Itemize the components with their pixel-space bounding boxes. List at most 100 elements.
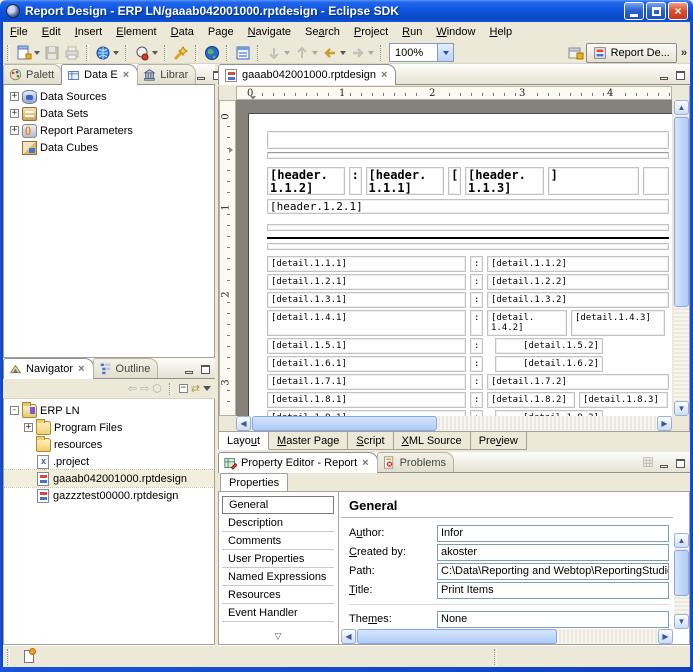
detail-colon-cell[interactable]: : [470, 374, 483, 390]
back-history-icon[interactable]: ⇦ [128, 382, 137, 395]
tree-item-gaaab042001000-rptdesign[interactable]: gaaab042001000.rptdesign [4, 470, 214, 487]
menu-element[interactable]: Element [109, 24, 163, 40]
page-tab-layout[interactable]: Layout [218, 432, 269, 450]
scroll-down-icon[interactable]: ▼ [674, 614, 689, 629]
page-tab-master-page[interactable]: Master Page [269, 432, 348, 450]
field-input-path[interactable]: C:\Data\Reporting and Webtop\ReportingSt… [437, 563, 669, 580]
close-editor-icon[interactable]: × [380, 70, 388, 81]
tree-item-report-parameters[interactable]: +Report Parameters [4, 122, 214, 139]
scroll-left-icon[interactable]: ◀ [236, 416, 251, 431]
maximize-button[interactable] [646, 2, 666, 20]
editor-vertical-scrollbar[interactable]: ▲ ▼ [674, 100, 689, 416]
forward-history-icon[interactable]: ⇨ [140, 382, 149, 395]
detail-colon-cell[interactable]: : [470, 292, 483, 308]
detail-value-cell[interactable]: [detail.1.6.2] [495, 356, 603, 372]
next-annotation-dropdown-icon[interactable] [312, 51, 318, 55]
minimize-button[interactable] [624, 2, 644, 20]
detail-label-cell[interactable]: [detail.1.1.1] [267, 256, 466, 272]
header-cell-0[interactable]: [header. 1.1.2] [267, 167, 345, 195]
tree-item-program-files[interactable]: +Program Files [4, 419, 214, 436]
menu-search[interactable]: Search [298, 24, 347, 40]
page-tab-xml-source[interactable]: XML Source [394, 432, 471, 450]
menu-project[interactable]: Project [347, 24, 395, 40]
close-tab-icon[interactable]: × [361, 458, 369, 469]
menu-page[interactable]: Page [201, 24, 241, 40]
link-with-editor-icon[interactable]: ⇄ [191, 382, 200, 395]
category-event-handler[interactable]: Event Handler [222, 604, 334, 622]
header-row2-cell[interactable]: [header.1.2.1] [267, 199, 669, 214]
menu-help[interactable]: Help [482, 24, 519, 40]
pin-view-icon[interactable] [642, 456, 654, 468]
publish-report-button[interactable] [94, 44, 112, 62]
report-design-perspective-button[interactable]: Report De... [586, 43, 677, 63]
menu-window[interactable]: Window [429, 24, 482, 40]
detail-colon-cell[interactable]: : [470, 310, 483, 336]
fast-view-icon[interactable] [24, 650, 34, 663]
header-cell-4[interactable]: [header. 1.1.3] [465, 167, 544, 195]
scrollbar-thumb[interactable] [674, 117, 689, 307]
tab-palette[interactable]: Palett [3, 64, 62, 84]
last-annotation-dropdown-icon[interactable] [284, 51, 290, 55]
maximize-view-icon[interactable] [199, 363, 211, 374]
minimize-view-icon[interactable] [183, 363, 195, 374]
close-tab-icon[interactable]: × [77, 364, 85, 375]
scrollbar-thumb[interactable] [252, 416, 437, 431]
last-annotation-button[interactable] [265, 44, 283, 62]
globe-button[interactable] [203, 44, 221, 62]
tab-properties[interactable]: Properties [220, 473, 288, 491]
detail-value-cell[interactable]: [detail.1.4.3] [571, 310, 665, 336]
tree-item-gazzztest00000-rptdesign[interactable]: gazzztest00000.rptdesign [4, 487, 214, 504]
minimize-view-icon[interactable] [195, 69, 207, 80]
margin-marker-icon[interactable] [229, 147, 233, 153]
category-named-expressions[interactable]: Named Expressions [222, 568, 334, 586]
scroll-up-icon[interactable]: ▲ [674, 533, 689, 548]
header-cell-3[interactable]: [ [448, 167, 461, 195]
category-general[interactable]: General [222, 496, 334, 514]
detail-label-cell[interactable]: [detail.1.3.1] [267, 292, 466, 308]
wand-button[interactable] [172, 44, 190, 62]
scroll-up-icon[interactable]: ▲ [674, 100, 689, 115]
detail-label-cell[interactable]: [detail.1.2.1] [267, 274, 466, 290]
detail-value-cell[interactable]: [detail.1.2.2] [487, 274, 669, 290]
tab-problems[interactable]: Problems [377, 452, 454, 472]
category-user-properties[interactable]: User Properties [222, 550, 334, 568]
close-button[interactable]: × [668, 2, 688, 20]
next-annotation-button[interactable] [293, 44, 311, 62]
report-table[interactable]: [header. 1.1.2]:[header. 1.1.1][[header.… [267, 131, 669, 416]
view-report-button[interactable] [133, 44, 151, 62]
field-input-author[interactable]: Infor [437, 525, 669, 542]
header-cell-5[interactable]: ] [548, 167, 639, 195]
editor-horizontal-scrollbar[interactable]: ◀ ▶ [236, 416, 672, 431]
minimize-view-icon[interactable] [658, 457, 670, 468]
detail-value-cell[interactable]: [detail. 1.4.2] [487, 310, 567, 336]
print-button[interactable] [63, 44, 81, 62]
field-input-title[interactable]: Print Items [437, 582, 669, 599]
open-perspective-button[interactable] [567, 44, 585, 62]
detail-colon-cell[interactable]: : [470, 274, 483, 290]
forward-button[interactable] [349, 44, 367, 62]
menu-navigate[interactable]: Navigate [241, 24, 298, 40]
tree-item-data-sources[interactable]: +Data Sources [4, 88, 214, 105]
report-canvas[interactable]: [header. 1.1.2]:[header. 1.1.1][[header.… [236, 100, 672, 416]
new-report-button[interactable] [15, 44, 33, 62]
tab-outline[interactable]: Outline [93, 358, 159, 378]
save-button[interactable] [43, 44, 61, 62]
detail-colon-cell[interactable]: : [470, 338, 483, 354]
tab-property-editor[interactable]: Property Editor - Report × [218, 452, 378, 473]
back-button[interactable] [321, 44, 339, 62]
tree-item-resources[interactable]: resources [4, 436, 214, 453]
category-comments[interactable]: Comments [222, 532, 334, 550]
menu-edit[interactable]: Edit [35, 24, 68, 40]
detail-value-cell[interactable]: [detail.1.1.2] [487, 256, 669, 272]
menu-file[interactable]: File [3, 24, 35, 40]
zoom-value[interactable]: 100% [389, 43, 437, 62]
minimize-view-icon[interactable] [658, 69, 670, 80]
tree-item-erp-ln[interactable]: -ERP LN [4, 402, 214, 419]
menu-insert[interactable]: Insert [68, 24, 110, 40]
zoom-dropdown-button[interactable] [437, 43, 454, 62]
editor-tab[interactable]: gaaab042001000.rptdesign × [218, 64, 396, 85]
page-tab-preview[interactable]: Preview [471, 432, 527, 450]
expand-icon[interactable]: + [10, 92, 19, 101]
title-bar[interactable]: Report Design - ERP LN/gaaab042001000.rp… [0, 0, 693, 22]
scrollbar-thumb[interactable] [357, 629, 557, 644]
